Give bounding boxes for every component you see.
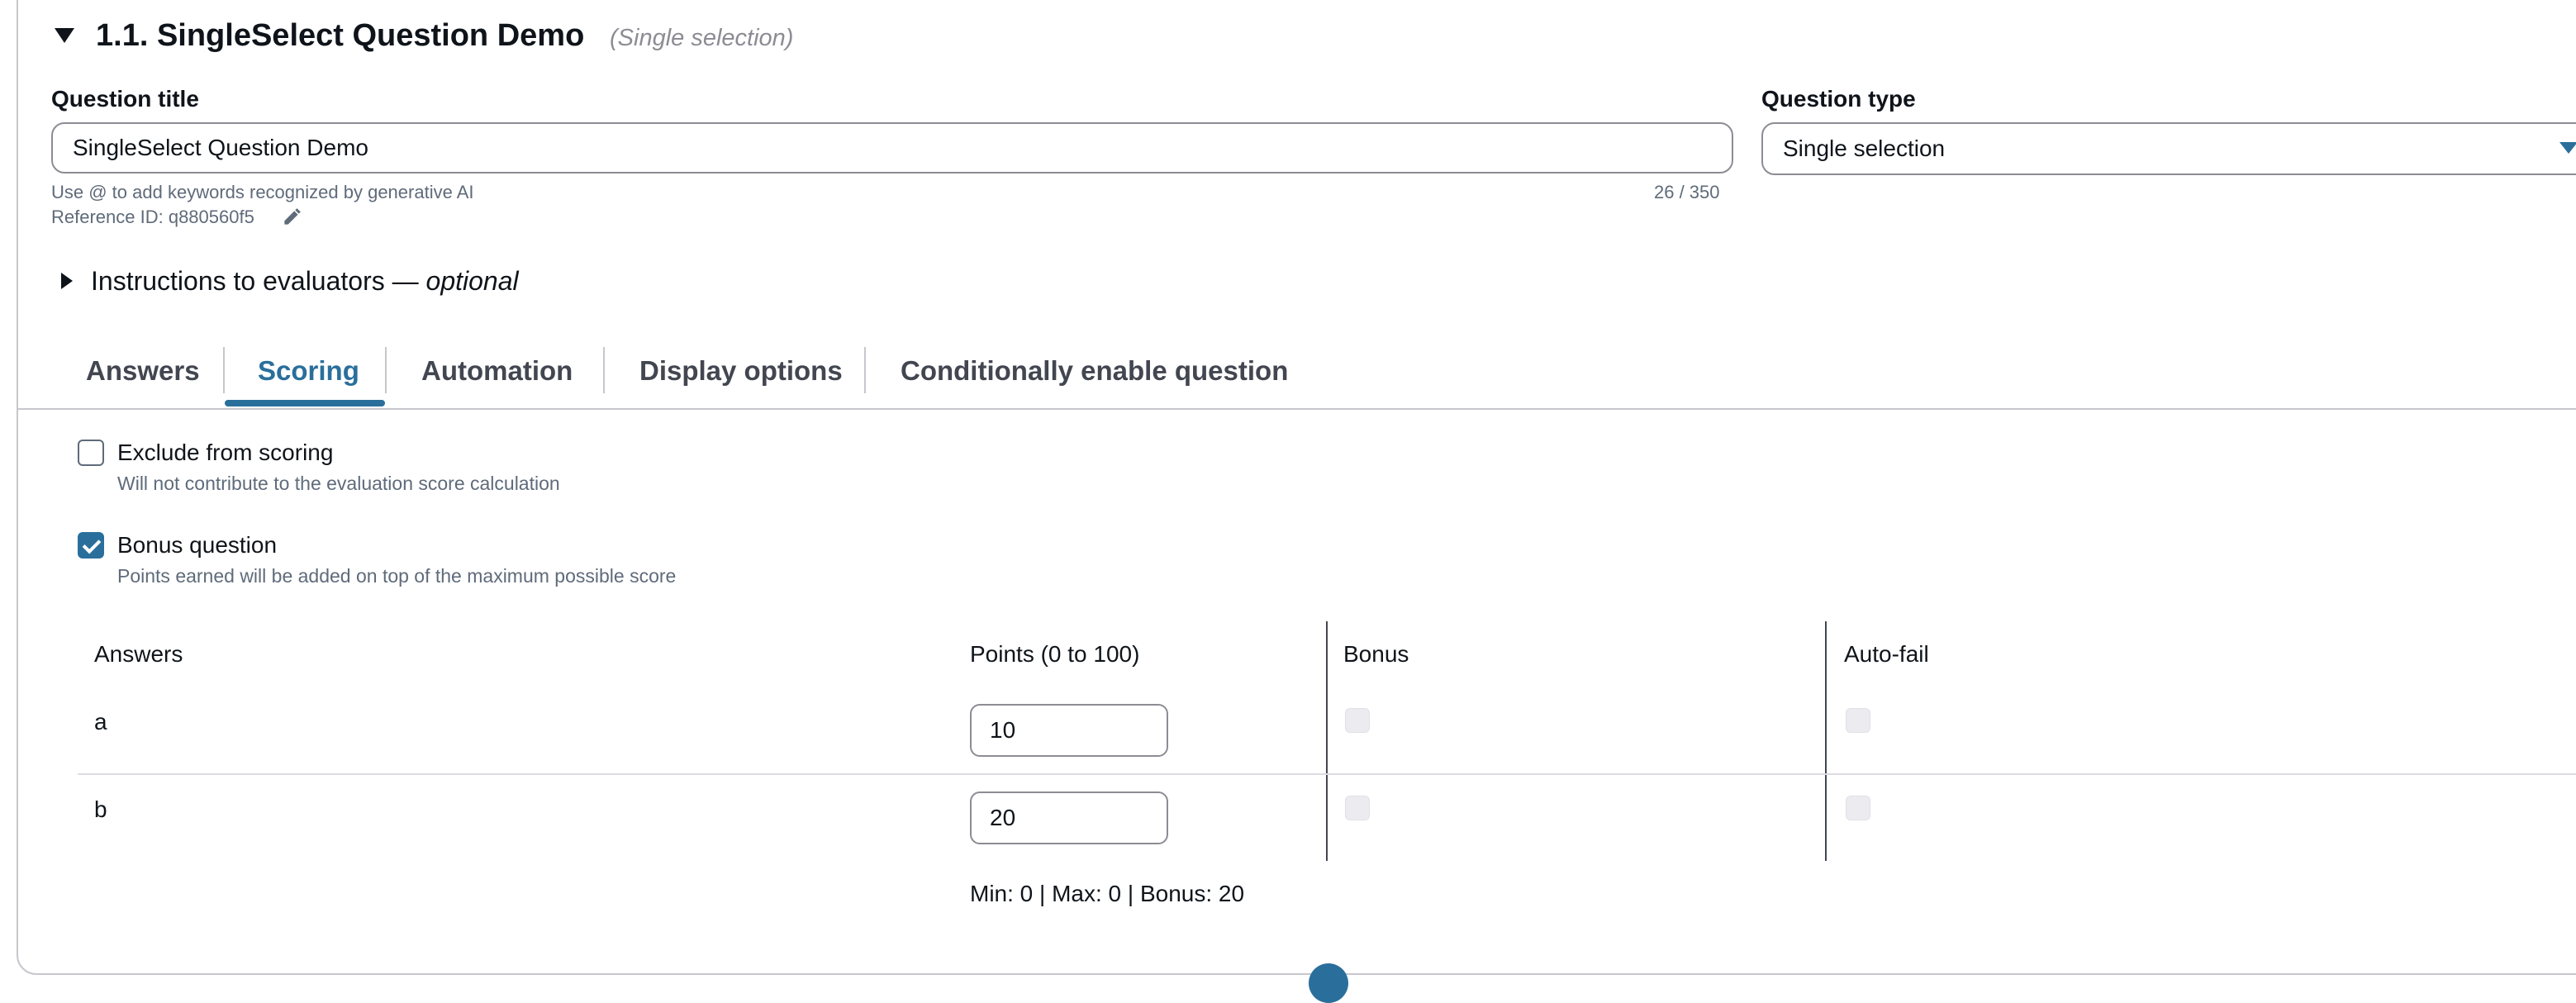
answer-cell: b [94,796,107,822]
tab-automation[interactable]: Automation [421,355,573,387]
chevron-down-icon[interactable] [2559,142,2576,154]
tab-scoring[interactable]: Scoring [258,355,359,387]
add-button[interactable] [1309,963,1348,1003]
tab-divider [603,347,605,393]
bonus-question-description: Points earned will be added on top of th… [117,565,677,587]
question-type-hint: (Single selection) [610,25,794,51]
column-header-points: Points (0 to 100) [970,641,1140,667]
tab-conditionally-enable[interactable]: Conditionally enable question [901,355,1288,387]
column-header-bonus: Bonus [1343,641,1409,667]
question-title-label: Question title [51,86,199,112]
tab-answers[interactable]: Answers [86,355,200,387]
question-heading: 1.1. SingleSelect Question Demo [96,18,585,53]
bonus-question-label: Bonus question [117,532,278,558]
answer-cell: a [94,709,107,734]
tab-divider [385,347,387,393]
points-summary: Min: 0 | Max: 0 | Bonus: 20 [970,881,1245,906]
points-value: 10 [990,717,1016,743]
reference-id: Reference ID: q880560f5 [51,207,254,227]
bonus-question-checkbox[interactable] [78,532,104,559]
collapse-caret-icon[interactable] [55,28,74,43]
question-title-value: SingleSelect Question Demo [73,135,368,160]
column-header-answers: Answers [94,641,183,667]
column-divider [1825,621,1827,861]
tab-display-options[interactable]: Display options [639,355,843,387]
tab-divider [223,347,225,393]
exclude-scoring-checkbox[interactable] [78,440,104,466]
column-divider [1326,621,1328,861]
bonus-checkbox [1345,708,1370,733]
question-type-label: Question type [1761,86,1916,112]
instructions-label: Instructions to evaluators — [91,266,426,296]
points-input[interactable]: 10 [970,704,1168,757]
instructions-toggle[interactable]: Instructions to evaluators — optional [91,266,519,297]
char-count: 26 / 350 [1654,182,1720,202]
points-value: 20 [990,805,1016,830]
bonus-checkbox [1345,796,1370,820]
question-type-select[interactable]: Single selection [1761,122,2576,175]
question-title-input[interactable]: SingleSelect Question Demo [51,122,1733,174]
auto-fail-checkbox [1846,708,1870,733]
title-hint: Use @ to add keywords recognized by gene… [51,182,474,202]
instructions-optional: optional [425,266,519,296]
row-divider [78,773,2576,775]
tabs-baseline [18,408,2576,410]
edit-pencil-icon[interactable] [281,207,302,228]
column-header-auto-fail: Auto-fail [1844,641,1929,667]
active-tab-indicator [225,400,385,406]
exclude-scoring-label: Exclude from scoring [117,440,334,465]
question-type-value: Single selection [1783,135,1946,161]
tab-divider [864,347,866,393]
expand-caret-icon[interactable] [61,273,73,289]
points-input[interactable]: 20 [970,791,1168,844]
exclude-scoring-description: Will not contribute to the evaluation sc… [117,473,560,494]
auto-fail-checkbox [1846,796,1870,820]
